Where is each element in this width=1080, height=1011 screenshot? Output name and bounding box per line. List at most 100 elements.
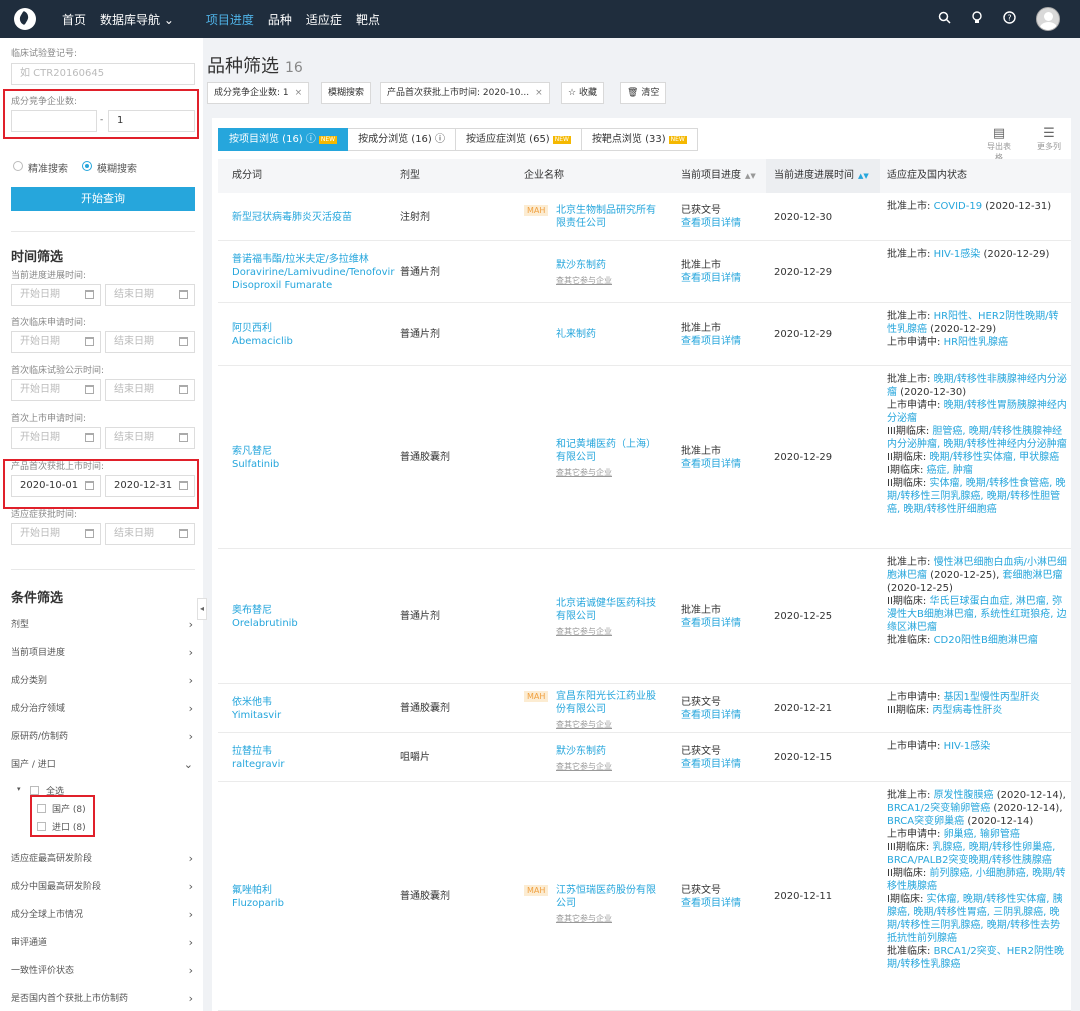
import-label[interactable]: 进口 (8) bbox=[52, 820, 86, 833]
indication-link[interactable]: 卵巢癌, 输卵管癌 bbox=[944, 829, 1020, 840]
exact-search-radio[interactable] bbox=[13, 161, 23, 171]
ingredient-cn-link[interactable]: 奥布替尼 bbox=[232, 605, 272, 616]
end-date-input[interactable]: 结束日期 bbox=[105, 427, 195, 449]
indication-link[interactable]: 套细胞淋巴瘤 bbox=[1002, 570, 1062, 581]
nav-project-progress[interactable]: 项目进度 bbox=[206, 11, 254, 28]
tab-by-indication[interactable]: 按适应症浏览 (65) NEW bbox=[456, 128, 582, 151]
ingredient-cn-link[interactable]: 新型冠状病毒肺炎灭活疫苗 bbox=[232, 212, 352, 223]
end-date-input[interactable]: 结束日期 bbox=[105, 379, 195, 401]
fuzzy-search-label[interactable]: 模糊搜索 bbox=[97, 160, 137, 175]
sort-icon[interactable]: ▲▼ bbox=[745, 172, 756, 180]
other-companies-link[interactable]: 查其它参与企业 bbox=[556, 718, 664, 731]
other-companies-link[interactable]: 查其它参与企业 bbox=[556, 274, 664, 287]
condition-filter[interactable]: 一致性评价状态 › bbox=[11, 964, 195, 978]
nav-variety[interactable]: 品种 bbox=[268, 11, 292, 28]
other-companies-link[interactable]: 查其它参与企业 bbox=[556, 625, 664, 638]
end-date-input[interactable]: 结束日期 bbox=[105, 331, 195, 353]
start-date-input[interactable]: 开始日期 bbox=[11, 379, 101, 401]
project-detail-link[interactable]: 查看项目详情 bbox=[681, 218, 741, 229]
indication-link[interactable]: 原发性腹膜癌 bbox=[934, 790, 994, 801]
ingredient-en-link[interactable]: Orelabrutinib bbox=[232, 618, 298, 629]
company-link[interactable]: 礼来制药 bbox=[556, 329, 596, 340]
help-icon[interactable]: ? bbox=[1003, 10, 1016, 28]
col-progress[interactable]: 当前项目进度 ▲▼ bbox=[681, 159, 756, 193]
other-companies-link[interactable]: 查其它参与企业 bbox=[556, 912, 664, 925]
favorite-button[interactable]: ☆ 收藏 bbox=[561, 82, 604, 104]
condition-filter[interactable]: 适应症最高研发阶段 › bbox=[11, 852, 195, 866]
domestic-checkbox[interactable] bbox=[37, 804, 46, 813]
indication-link[interactable]: HIV-1感染 bbox=[944, 741, 991, 752]
sort-icon[interactable]: ▲▼ bbox=[858, 172, 869, 180]
bulb-icon[interactable] bbox=[971, 10, 983, 28]
condition-filter[interactable]: 原研药/仿制药 › bbox=[11, 730, 195, 744]
indication-link[interactable]: HR阳性乳腺癌 bbox=[944, 337, 1008, 348]
avatar[interactable] bbox=[1036, 7, 1060, 31]
export-table-button[interactable]: ▤ 导出表格 bbox=[984, 126, 1014, 163]
condition-filter[interactable]: 剂型 › bbox=[11, 618, 195, 632]
condition-filter[interactable]: 国产 / 进口 ⌄ bbox=[11, 758, 195, 772]
search-icon[interactable] bbox=[938, 11, 951, 28]
end-date-input[interactable]: 结束日期 bbox=[105, 523, 195, 545]
ingredient-en-link[interactable]: Sulfatinib bbox=[232, 459, 279, 470]
ingredient-en-link[interactable]: Doravirine/Lamivudine/Tenofovir Disoprox… bbox=[232, 267, 394, 291]
tab-by-ingredient[interactable]: 按成分浏览 (16) ⓘ bbox=[348, 128, 456, 151]
select-all-checkbox[interactable] bbox=[30, 786, 39, 795]
company-link[interactable]: 江苏恒瑞医药股份有限公司 bbox=[556, 885, 656, 909]
competitor-to-input[interactable]: 1 bbox=[108, 110, 195, 132]
filter-chip-fuzzy[interactable]: 模糊搜索 bbox=[321, 82, 372, 104]
filter-chip-approval-date[interactable]: 产品首次获批上市时间: 2020-10... × bbox=[380, 82, 550, 104]
start-date-input[interactable]: 开始日期 bbox=[11, 523, 101, 545]
project-detail-link[interactable]: 查看项目详情 bbox=[681, 898, 741, 909]
company-link[interactable]: 宜昌东阳光长江药业股份有限公司 bbox=[556, 691, 656, 715]
ingredient-cn-link[interactable]: 拉替拉韦 bbox=[232, 746, 272, 757]
nav-target[interactable]: 靶点 bbox=[356, 11, 380, 28]
ingredient-cn-link[interactable]: 普诺福韦酯/拉米夫定/多拉维林 bbox=[232, 254, 369, 265]
company-link[interactable]: 北京生物制品研究所有限责任公司 bbox=[556, 205, 656, 229]
clear-button[interactable]: 🗑 清空 bbox=[620, 82, 667, 104]
fuzzy-search-radio[interactable] bbox=[82, 161, 92, 171]
close-icon[interactable]: × bbox=[535, 88, 543, 98]
end-date-input[interactable]: 结束日期 bbox=[105, 284, 195, 306]
ingredient-cn-link[interactable]: 阿贝西利 bbox=[232, 323, 272, 334]
company-link[interactable]: 北京诺诚健华医药科技有限公司 bbox=[556, 598, 656, 622]
condition-filter[interactable]: 成分治疗领域 › bbox=[11, 702, 195, 716]
indication-link[interactable]: 基因1型慢性丙型肝炎 bbox=[944, 692, 1040, 703]
close-icon[interactable]: × bbox=[295, 88, 303, 98]
caret-down-icon[interactable]: ▾ bbox=[17, 785, 21, 793]
start-date-input[interactable]: 开始日期 bbox=[11, 284, 101, 306]
ingredient-cn-link[interactable]: 依米他韦 bbox=[232, 697, 272, 708]
project-detail-link[interactable]: 查看项目详情 bbox=[681, 336, 741, 347]
indication-link[interactable]: HIV-1感染 bbox=[934, 249, 981, 260]
project-detail-link[interactable]: 查看项目详情 bbox=[681, 273, 741, 284]
ingredient-cn-link[interactable]: 氟唑帕利 bbox=[232, 885, 272, 896]
condition-filter[interactable]: 成分类别 › bbox=[11, 674, 195, 688]
indication-link[interactable]: BRCA1/2突变输卵管癌 bbox=[887, 803, 990, 814]
filter-chip-competitor[interactable]: 成分竞争企业数: 1 × bbox=[207, 82, 310, 104]
project-detail-link[interactable]: 查看项目详情 bbox=[681, 459, 741, 470]
tab-by-project[interactable]: 按项目浏览 (16) ⓘ NEW bbox=[218, 128, 349, 151]
condition-filter[interactable]: 当前项目进度 › bbox=[11, 646, 195, 660]
indication-link[interactable]: 丙型病毒性肝炎 bbox=[932, 705, 1002, 716]
logo-icon[interactable] bbox=[14, 8, 36, 30]
company-link[interactable]: 默沙东制药 bbox=[556, 746, 606, 757]
company-link[interactable]: 默沙东制药 bbox=[556, 260, 606, 271]
ingredient-en-link[interactable]: raltegravir bbox=[232, 759, 285, 770]
indication-link[interactable]: 癌症, 肿瘤 bbox=[927, 465, 973, 476]
other-companies-link[interactable]: 查其它参与企业 bbox=[556, 466, 664, 479]
col-progress-date[interactable]: 当前进度进展时间 ▲▼ bbox=[766, 159, 880, 193]
import-checkbox[interactable] bbox=[37, 822, 46, 831]
ingredient-en-link[interactable]: Fluzoparib bbox=[232, 898, 284, 909]
indication-link[interactable]: COVID-19 bbox=[934, 201, 983, 212]
ingredient-cn-link[interactable]: 索凡替尼 bbox=[232, 446, 272, 457]
condition-filter[interactable]: 成分中国最高研发阶段 › bbox=[11, 880, 195, 894]
indication-link[interactable]: 晚期/转移性实体瘤, 甲状腺癌 bbox=[929, 452, 1059, 463]
trial-number-input[interactable]: 如 CTR20160645 bbox=[11, 63, 195, 85]
project-detail-link[interactable]: 查看项目详情 bbox=[681, 759, 741, 770]
more-columns-button[interactable]: ☰ 更多列 bbox=[1034, 126, 1064, 152]
other-companies-link[interactable]: 查其它参与企业 bbox=[556, 760, 664, 773]
exact-search-label[interactable]: 精准搜索 bbox=[28, 160, 68, 175]
domestic-label[interactable]: 国产 (8) bbox=[52, 802, 86, 815]
start-date-input[interactable]: 开始日期 bbox=[11, 331, 101, 353]
nav-database[interactable]: 数据库导航 ⌄ bbox=[100, 11, 174, 28]
condition-filter[interactable]: 是否国内首个获批上市仿制药 › bbox=[11, 992, 195, 1006]
